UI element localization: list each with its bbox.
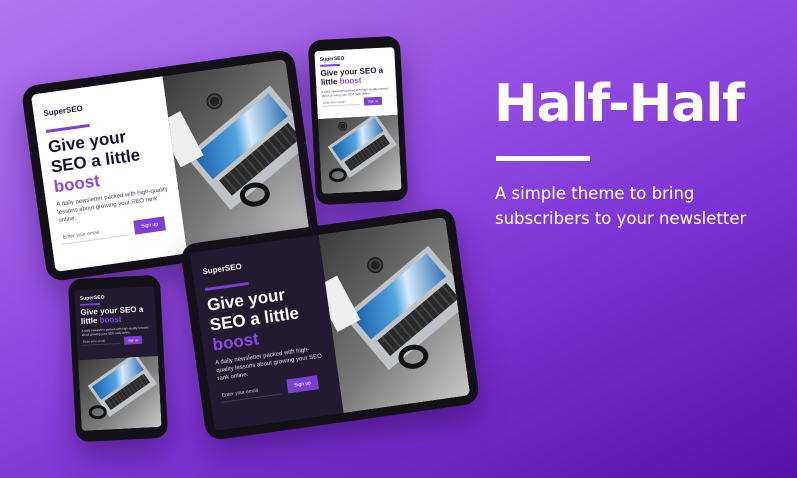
headline: Give your SEO a little boost <box>47 122 167 197</box>
signup-panel: SuperSEO Give your SEO a little boost A … <box>314 47 398 120</box>
phone-dark-mockup: SuperSEO Give your SEO a little boost A … <box>67 274 169 443</box>
email-input[interactable]: Enter your email <box>81 337 121 347</box>
headline-line2: little <box>262 303 301 327</box>
headline-line2: little <box>80 316 98 327</box>
accent-bar <box>204 281 249 292</box>
page-subtitle: A simple theme to bring subscribers to y… <box>495 184 747 228</box>
page-title: Half-Half <box>494 74 745 134</box>
headline-highlight: boost <box>99 315 122 326</box>
phone-light-screen: SuperSEO Give your SEO a little boost A … <box>314 47 402 194</box>
email-input[interactable]: Enter your email <box>219 381 283 403</box>
brand-logo: SuperSEO <box>201 261 243 277</box>
headline-line2: little <box>320 77 338 88</box>
signup-form: Enter your email Sign up <box>81 335 152 347</box>
signup-panel: SuperSEO Give your SEO a little boost A … <box>74 286 158 361</box>
headline-highlight: boost <box>339 76 362 87</box>
headline: Give your SEO a little boost <box>206 281 323 356</box>
phone-light-mockup: SuperSEO Give your SEO a little boost A … <box>307 35 409 206</box>
accent-bar <box>45 123 90 133</box>
brand-logo: SuperSEO <box>79 294 105 302</box>
tablet-dark-screen: SuperSEO Give your SEO a little boost A … <box>189 216 471 432</box>
email-input[interactable]: Enter your email <box>60 222 130 245</box>
hero-photo <box>317 114 402 194</box>
signup-button[interactable]: Sign up <box>133 216 166 235</box>
brand-logo: SuperSEO <box>319 55 345 63</box>
accent-bar <box>80 302 101 306</box>
accent-bar <box>320 63 341 67</box>
brand-logo: SuperSEO <box>42 103 84 119</box>
phone-dark-screen: SuperSEO Give your SEO a little boost A … <box>74 286 162 431</box>
signup-form: Enter your email Sign up <box>321 96 392 108</box>
signup-button[interactable]: Sign up <box>123 335 143 345</box>
email-input[interactable]: Enter your email <box>321 98 361 108</box>
signup-panel: SuperSEO Give your SEO a little boost A … <box>189 234 344 432</box>
title-underline <box>496 156 590 161</box>
signup-button[interactable]: Sign up <box>363 96 383 106</box>
headline: Give your SEO a little boost <box>80 304 151 327</box>
signup-panel: SuperSEO Give your SEO a little boost A … <box>30 76 188 273</box>
hero-photo <box>318 216 471 413</box>
hero-photo <box>78 355 162 431</box>
tablet-dark-mockup: SuperSEO Give your SEO a little boost A … <box>179 206 481 442</box>
signup-button[interactable]: Sign up <box>286 375 319 394</box>
headline: Give your SEO a little boost <box>320 65 391 88</box>
hero-photo <box>162 58 311 254</box>
headline-line2: little <box>104 145 142 169</box>
